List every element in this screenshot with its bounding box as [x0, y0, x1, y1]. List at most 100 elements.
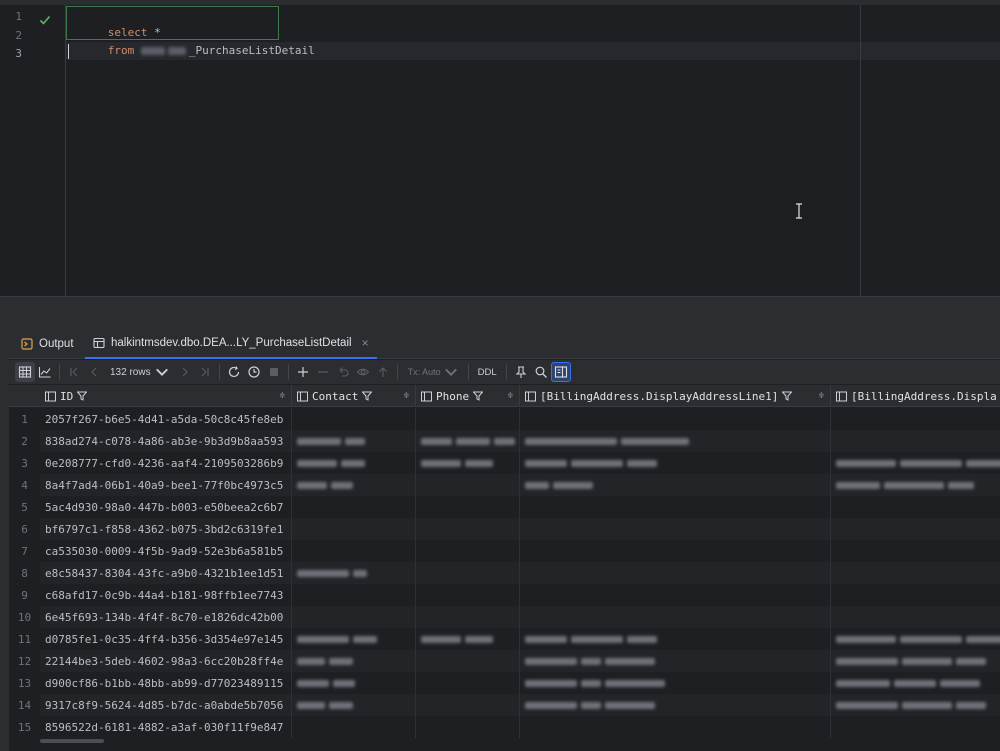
tab-output[interactable]: Output [13, 328, 82, 359]
cell-billing-line2[interactable] [831, 474, 1000, 496]
table-row[interactable]: 9 c68afd17-0c9b-44a4-b181-98ffb1ee7743 [9, 584, 1000, 606]
cell-contact[interactable] [292, 672, 416, 694]
cell-billing-line2[interactable] [831, 496, 1000, 518]
cell-billing-line1[interactable] [520, 496, 831, 518]
cell-billing-line1[interactable] [520, 672, 831, 694]
cell-billing-line2[interactable] [831, 518, 1000, 540]
column-header-billing-line2[interactable]: [BillingAddress.Displa [831, 385, 1000, 407]
cell-contact[interactable] [292, 628, 416, 650]
delete-row-button[interactable] [313, 362, 333, 382]
cell-phone[interactable] [416, 474, 520, 496]
panel-splitter[interactable] [0, 296, 1000, 328]
cell-id[interactable]: e8c58437-8304-43fc-a9b0-4321b1ee1d51 [40, 562, 292, 584]
table-row[interactable]: 15 8596522d-6181-4882-a3af-030f11f9e847 [9, 716, 1000, 738]
submit-button[interactable] [373, 362, 393, 382]
cell-contact[interactable] [292, 562, 416, 584]
value-panel-button[interactable] [550, 362, 571, 382]
cell-contact[interactable] [292, 452, 416, 474]
search-button[interactable] [531, 362, 551, 382]
history-button[interactable] [244, 362, 264, 382]
code-line-1[interactable]: select * [68, 6, 161, 39]
cell-id[interactable]: 0e208777-cfd0-4236-aaf4-2109503286b9 [40, 452, 292, 474]
cell-contact[interactable] [292, 474, 416, 496]
cell-id[interactable]: ca535030-0009-4f5b-9ad9-52e3b6a581b5 [40, 540, 292, 562]
cell-billing-line1[interactable] [520, 452, 831, 474]
table-row[interactable]: 12 22144be3-5deb-4602-98a3-6cc20b28ff4e [9, 650, 1000, 672]
cell-billing-line1[interactable] [520, 628, 831, 650]
cell-billing-line2[interactable] [831, 540, 1000, 562]
last-page-button[interactable] [195, 362, 215, 382]
cell-phone[interactable] [416, 496, 520, 518]
view-changes-button[interactable] [353, 362, 373, 382]
cell-phone[interactable] [416, 672, 520, 694]
cell-id[interactable]: 6e45f693-134b-4f4f-8c70-e1826dc42b00 [40, 606, 292, 628]
cell-billing-line2[interactable] [831, 716, 1000, 738]
row-number[interactable]: 3 [9, 452, 40, 474]
cell-phone[interactable] [416, 606, 520, 628]
cell-phone[interactable] [416, 584, 520, 606]
cell-contact[interactable] [292, 518, 416, 540]
cell-id[interactable]: d900cf86-b1bb-48bb-ab99-d77023489115 [40, 672, 292, 694]
cell-contact[interactable] [292, 408, 416, 430]
cell-id[interactable]: 8a4f7ad4-06b1-40a9-bee1-77f0bc4973c5 [40, 474, 292, 496]
row-number[interactable]: 11 [9, 628, 40, 650]
sql-editor[interactable]: 1 2 3 select * from _PurchaseListDetail [0, 0, 1000, 296]
cell-contact[interactable] [292, 650, 416, 672]
row-count-dropdown[interactable]: 132 rows [104, 362, 175, 382]
table-row[interactable]: 1 2057f267-b6e5-4d41-a5da-50c8c45fe8eb [9, 408, 1000, 430]
cell-contact[interactable] [292, 496, 416, 518]
transaction-mode-dropdown[interactable]: Tx: Auto [402, 362, 464, 382]
sort-icon[interactable]: ≑ [404, 391, 409, 401]
row-number[interactable]: 2 [9, 430, 40, 452]
table-row[interactable]: 8 e8c58437-8304-43fc-a9b0-4321b1ee1d51 [9, 562, 1000, 584]
cell-billing-line1[interactable] [520, 518, 831, 540]
table-row[interactable]: 3 0e208777-cfd0-4236-aaf4-2109503286b9 [9, 452, 1000, 474]
cell-id[interactable]: 9317c8f9-5624-4d85-b7dc-a0abde5b7056 [40, 694, 292, 716]
cell-billing-line2[interactable] [831, 562, 1000, 584]
table-row[interactable]: 14 9317c8f9-5624-4d85-b7dc-a0abde5b7056 [9, 694, 1000, 716]
cell-id[interactable]: c68afd17-0c9b-44a4-b181-98ffb1ee7743 [40, 584, 292, 606]
cell-id[interactable]: 22144be3-5deb-4602-98a3-6cc20b28ff4e [40, 650, 292, 672]
chart-view-button[interactable] [35, 362, 55, 382]
cell-billing-line1[interactable] [520, 584, 831, 606]
code-line-2[interactable]: from _PurchaseListDetail [68, 24, 315, 57]
cell-billing-line1[interactable] [520, 562, 831, 584]
stop-button[interactable] [264, 362, 284, 382]
cell-id[interactable]: d0785fe1-0c35-4ff4-b356-3d354e97e145 [40, 628, 292, 650]
cell-phone[interactable] [416, 628, 520, 650]
cell-billing-line1[interactable] [520, 716, 831, 738]
column-header-contact[interactable]: Contact ≑ [292, 385, 416, 407]
cell-billing-line1[interactable] [520, 430, 831, 452]
close-icon[interactable]: × [362, 336, 369, 350]
cell-billing-line2[interactable] [831, 584, 1000, 606]
filter-icon[interactable] [782, 391, 793, 401]
cell-billing-line2[interactable] [831, 408, 1000, 430]
table-row[interactable]: 7 ca535030-0009-4f5b-9ad9-52e3b6a581b5 [9, 540, 1000, 562]
sort-icon[interactable]: ≑ [508, 391, 513, 401]
cell-phone[interactable] [416, 452, 520, 474]
cell-contact[interactable] [292, 584, 416, 606]
cell-phone[interactable] [416, 518, 520, 540]
add-row-button[interactable] [293, 362, 313, 382]
row-number[interactable]: 1 [9, 408, 40, 430]
column-header-billing-line1[interactable]: [BillingAddress.DisplayAddressLine1] ≑ [520, 385, 831, 407]
filter-icon[interactable] [473, 391, 484, 401]
row-number[interactable]: 12 [9, 650, 40, 672]
previous-page-button[interactable] [84, 362, 104, 382]
row-number[interactable]: 14 [9, 694, 40, 716]
results-grid[interactable]: ID ≑ Contact ≑ Phone ≑ [BillingAddress.D… [9, 385, 1000, 751]
cell-phone[interactable] [416, 694, 520, 716]
row-number[interactable]: 7 [9, 540, 40, 562]
cell-contact[interactable] [292, 606, 416, 628]
cell-billing-line2[interactable] [831, 452, 1000, 474]
sort-icon[interactable]: ≑ [819, 391, 824, 401]
cell-billing-line1[interactable] [520, 474, 831, 496]
column-header-id[interactable]: ID ≑ [40, 385, 292, 407]
table-row[interactable]: 5 5ac4d930-98a0-447b-b003-e50beea2c6b7 [9, 496, 1000, 518]
column-header-phone[interactable]: Phone ≑ [416, 385, 520, 407]
horizontal-scrollbar[interactable] [40, 739, 104, 743]
cell-billing-line1[interactable] [520, 408, 831, 430]
cell-contact[interactable] [292, 694, 416, 716]
row-number[interactable]: 13 [9, 672, 40, 694]
cell-id[interactable]: 5ac4d930-98a0-447b-b003-e50beea2c6b7 [40, 496, 292, 518]
